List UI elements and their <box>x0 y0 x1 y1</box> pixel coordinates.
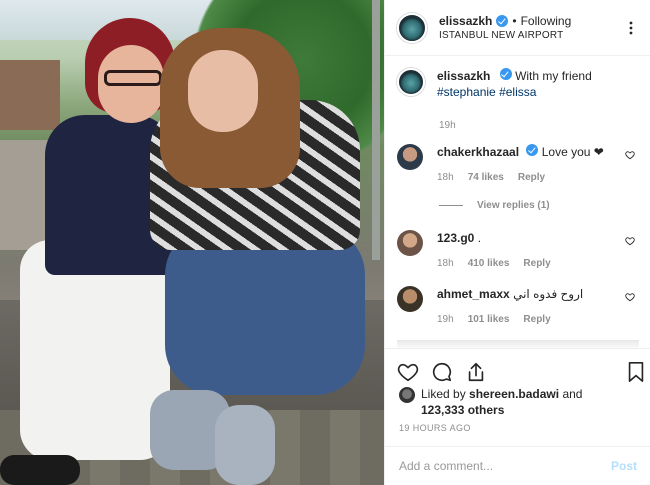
liked-by-count[interactable]: 123,333 others <box>421 403 504 417</box>
comment-heart-icon[interactable] <box>625 150 635 160</box>
comment-input[interactable] <box>399 459 611 473</box>
commenter-username[interactable]: chakerkhazaal <box>437 145 519 159</box>
comment-body: ahmet_maxx اروح فدوه اني 19h 101 likes R… <box>437 286 583 328</box>
comment-text: . <box>477 231 482 245</box>
reply-button[interactable]: Reply <box>518 170 545 186</box>
photo-pole <box>372 0 380 260</box>
reply-button[interactable]: Reply <box>523 312 550 328</box>
heart-icon[interactable] <box>397 361 419 383</box>
liked-by-and: and <box>562 387 583 401</box>
post-sidebar: elissazkh • Following ISTANBUL NEW AIRPO… <box>384 0 650 485</box>
comment-time[interactable]: 19h <box>437 312 454 328</box>
header-text: elissazkh • Following ISTANBUL NEW AIRPO… <box>439 14 571 41</box>
view-replies-button[interactable]: View replies (1) <box>439 200 550 211</box>
liked-by-prefix: Liked by <box>421 387 466 401</box>
commenter-username[interactable]: 123.g0 <box>437 231 474 245</box>
author-avatar[interactable] <box>397 12 427 43</box>
post-photo[interactable] <box>0 0 384 485</box>
comment-meta: 18h 74 likes Reply <box>437 170 604 186</box>
comment-meta: 19h 101 likes Reply <box>437 312 583 328</box>
comment-meta: 18h 410 likes Reply <box>437 256 551 272</box>
caption-time[interactable]: 19h <box>439 120 456 131</box>
author-username[interactable]: elissazkh <box>439 14 492 28</box>
person-right-legs <box>165 225 365 395</box>
verified-icon <box>499 68 512 80</box>
likes-summary: Liked by shereen.badawi and 123,333 othe… <box>399 386 582 418</box>
comment-item: chakerkhazaal Love you ❤ 18h 74 likes Re… <box>397 144 639 186</box>
hashtag-elissa[interactable]: #elissa <box>499 85 536 99</box>
separator-dot: • <box>512 14 517 28</box>
comment-time[interactable]: 18h <box>437 170 454 186</box>
post-header: elissazkh • Following ISTANBUL NEW AIRPO… <box>385 0 650 56</box>
comment-text: Love you ❤ <box>541 145 604 159</box>
liked-by-user[interactable]: shereen.badawi <box>469 387 559 401</box>
post-timestamp[interactable]: 19 HOURS AGO <box>399 423 471 433</box>
verified-icon <box>526 144 539 156</box>
add-comment-bar: Post <box>385 446 650 485</box>
replies-line <box>439 205 463 206</box>
following-button[interactable]: Following <box>521 14 572 28</box>
commenter-avatar[interactable] <box>397 286 423 312</box>
person-left-glasses <box>104 70 162 86</box>
photo-house <box>0 60 60 130</box>
comment-icon[interactable] <box>431 361 453 383</box>
comment-body: chakerkhazaal Love you ❤ 18h 74 likes Re… <box>437 144 604 186</box>
reply-button[interactable]: Reply <box>523 256 550 272</box>
next-comment-peek <box>397 340 639 348</box>
person-right-face <box>188 50 258 132</box>
comment-item: ahmet_maxx اروح فدوه اني 19h 101 likes R… <box>397 286 639 328</box>
comment-item: 123.g0 . 18h 410 likes Reply <box>397 230 639 272</box>
comment-likes[interactable]: 74 likes <box>468 170 504 186</box>
liked-by-text: Liked by shereen.badawi and 123,333 othe… <box>421 386 582 418</box>
liked-by-avatar[interactable] <box>399 387 415 403</box>
caption-avatar[interactable] <box>397 68 425 96</box>
commenter-avatar[interactable] <box>397 144 423 170</box>
caption: elissazkh With my friend #stephanie #eli… <box>397 68 637 100</box>
comment-likes[interactable]: 101 likes <box>468 312 510 328</box>
hashtag-stephanie[interactable]: #stephanie <box>437 85 496 99</box>
commenter-username[interactable]: ahmet_maxx <box>437 287 510 301</box>
comment-text: اروح فدوه اني <box>513 287 584 301</box>
post-location[interactable]: ISTANBUL NEW AIRPORT <box>439 30 571 41</box>
share-icon[interactable] <box>465 361 487 383</box>
caption-text: elissazkh With my friend #stephanie #eli… <box>437 68 592 100</box>
post-comment-button[interactable]: Post <box>611 459 637 473</box>
view-replies-label: View replies (1) <box>477 200 550 211</box>
caption-username[interactable]: elissazkh <box>437 69 490 83</box>
comment-heart-icon[interactable] <box>625 236 635 246</box>
comments-list[interactable]: elissazkh With my friend #stephanie #eli… <box>385 56 650 348</box>
bookmark-icon[interactable] <box>625 361 647 383</box>
comment-likes[interactable]: 410 likes <box>468 256 510 272</box>
comment-heart-icon[interactable] <box>625 292 635 302</box>
header-line: elissazkh • Following <box>439 14 571 28</box>
caption-body: With my friend <box>515 69 592 83</box>
more-options-icon[interactable] <box>623 20 639 36</box>
comment-time[interactable]: 18h <box>437 256 454 272</box>
person-left-shoe <box>0 455 80 485</box>
verified-icon <box>496 15 509 27</box>
commenter-avatar[interactable] <box>397 230 423 256</box>
comment-body: 123.g0 . 18h 410 likes Reply <box>437 230 551 272</box>
person-right-shoe-2 <box>215 405 275 485</box>
